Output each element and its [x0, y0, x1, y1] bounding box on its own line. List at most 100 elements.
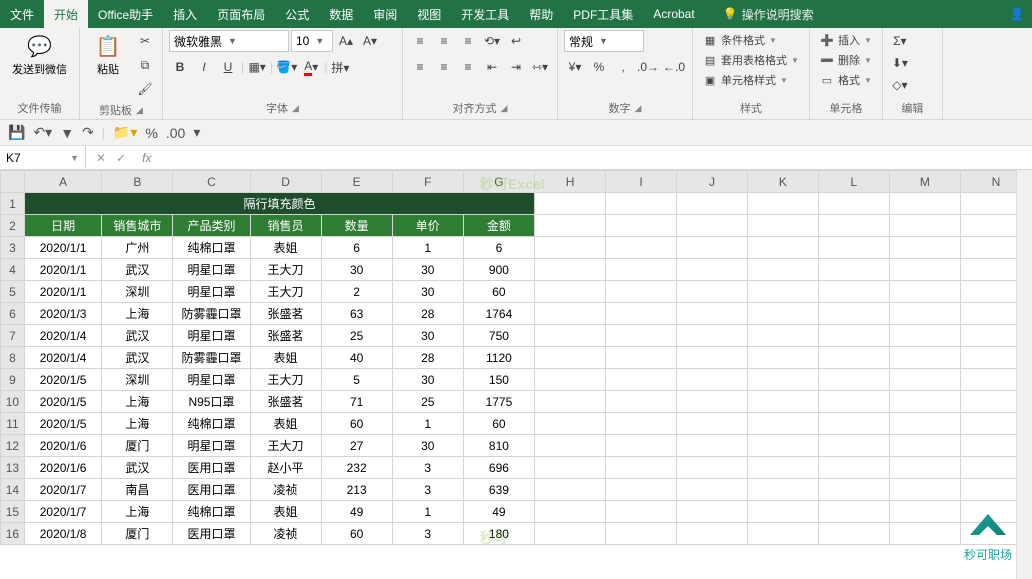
cell[interactable]: 王大刀 — [250, 369, 321, 391]
cell[interactable]: 30 — [392, 435, 463, 457]
cell[interactable]: 纯棉口罩 — [173, 237, 250, 259]
cell[interactable]: 明星口罩 — [173, 281, 250, 303]
decrease-font-button[interactable]: A▾ — [359, 30, 381, 52]
autosum-button[interactable]: Σ▾ — [889, 30, 911, 52]
redo-button[interactable]: ↷ — [82, 124, 94, 141]
header-cell[interactable]: 数量 — [321, 215, 392, 237]
cell[interactable] — [889, 457, 960, 479]
cell[interactable] — [747, 479, 818, 501]
decimal-qat-button[interactable]: .00 — [166, 125, 185, 141]
title-cell[interactable]: 隔行填充颜色 — [24, 193, 534, 215]
cell[interactable]: 28 — [392, 347, 463, 369]
align-center-button[interactable]: ≡ — [433, 56, 455, 78]
cell[interactable] — [889, 501, 960, 523]
percent-button[interactable]: % — [588, 56, 610, 78]
cell[interactable]: 810 — [463, 435, 534, 457]
cell[interactable] — [606, 347, 677, 369]
cell[interactable] — [747, 523, 818, 545]
cell[interactable]: 表姐 — [250, 413, 321, 435]
formula-input[interactable] — [157, 146, 1032, 169]
cell[interactable] — [676, 501, 747, 523]
bold-button[interactable]: B — [169, 56, 191, 78]
column-header[interactable]: M — [889, 171, 960, 193]
cell[interactable]: 25 — [321, 325, 392, 347]
border-button[interactable]: ▦▾ — [246, 56, 268, 78]
cut-button[interactable]: ✂ — [134, 30, 156, 52]
phonetic-button[interactable]: 拼▾ — [329, 56, 351, 78]
cell[interactable] — [606, 369, 677, 391]
increase-indent-button[interactable]: ⇥ — [505, 56, 527, 78]
cell[interactable] — [747, 391, 818, 413]
header-cell[interactable]: 销售城市 — [102, 215, 173, 237]
format-cells-button[interactable]: ▭格式▼ — [816, 70, 876, 90]
cell[interactable]: 2020/1/1 — [24, 281, 102, 303]
filter-button[interactable]: ▼ — [60, 125, 74, 141]
delete-cells-button[interactable]: ➖删除▼ — [816, 50, 876, 70]
tab-插入[interactable]: 插入 — [163, 0, 207, 28]
tab-开始[interactable]: 开始 — [44, 0, 88, 28]
save-button[interactable]: 💾 — [8, 124, 25, 141]
cell[interactable] — [818, 347, 889, 369]
header-cell[interactable]: 日期 — [24, 215, 102, 237]
cell[interactable]: 厦门 — [102, 435, 173, 457]
row-header[interactable]: 6 — [1, 303, 25, 325]
cell[interactable]: 深圳 — [102, 369, 173, 391]
cell[interactable] — [818, 413, 889, 435]
cell[interactable] — [818, 391, 889, 413]
cell[interactable] — [535, 303, 606, 325]
row-header[interactable]: 1 — [1, 193, 25, 215]
increase-font-button[interactable]: A▴ — [335, 30, 357, 52]
open-folder-button[interactable]: 📁▾ — [113, 124, 137, 141]
font-size-combo[interactable]: 10▼ — [291, 30, 333, 52]
tab-开发工具[interactable]: 开发工具 — [451, 0, 519, 28]
cell[interactable]: 25 — [392, 391, 463, 413]
cell[interactable] — [676, 413, 747, 435]
cell[interactable] — [535, 215, 606, 237]
cell[interactable] — [535, 435, 606, 457]
cell[interactable]: 71 — [321, 391, 392, 413]
align-dialog-launcher[interactable]: ◢ — [501, 103, 508, 114]
cell-styles-button[interactable]: ▣单元格样式▼ — [699, 70, 792, 90]
cell[interactable]: 赵小平 — [250, 457, 321, 479]
cell[interactable] — [818, 281, 889, 303]
row-header[interactable]: 13 — [1, 457, 25, 479]
enter-formula-button[interactable]: ✓ — [116, 151, 126, 165]
cell[interactable]: 2020/1/4 — [24, 325, 102, 347]
undo-button[interactable]: ↶▾ — [33, 124, 52, 141]
merge-button[interactable]: ⇿▾ — [529, 56, 551, 78]
cell[interactable]: 2020/1/5 — [24, 413, 102, 435]
cell[interactable]: 5 — [321, 369, 392, 391]
column-header[interactable]: G — [463, 171, 534, 193]
row-header[interactable]: 7 — [1, 325, 25, 347]
cell[interactable] — [747, 303, 818, 325]
cell[interactable] — [747, 215, 818, 237]
cell[interactable]: 3 — [392, 457, 463, 479]
cell[interactable]: 150 — [463, 369, 534, 391]
cell[interactable]: 60 — [321, 413, 392, 435]
underline-button[interactable]: U — [217, 56, 239, 78]
cell[interactable] — [606, 413, 677, 435]
cell[interactable] — [818, 215, 889, 237]
cell[interactable]: 696 — [463, 457, 534, 479]
tab-视图[interactable]: 视图 — [407, 0, 451, 28]
tab-PDF工具集[interactable]: PDF工具集 — [563, 0, 643, 28]
orientation-button[interactable]: ⟲▾ — [481, 30, 503, 52]
cell[interactable] — [889, 347, 960, 369]
cell[interactable] — [676, 369, 747, 391]
cell[interactable]: 医用口罩 — [173, 479, 250, 501]
cell[interactable] — [889, 325, 960, 347]
cell[interactable]: 6 — [321, 237, 392, 259]
cell[interactable] — [676, 237, 747, 259]
cell[interactable] — [535, 281, 606, 303]
cell[interactable]: 2020/1/1 — [24, 237, 102, 259]
tab-审阅[interactable]: 审阅 — [363, 0, 407, 28]
column-header[interactable]: I — [606, 171, 677, 193]
cell[interactable] — [606, 479, 677, 501]
cell[interactable]: 凌祯 — [250, 479, 321, 501]
cell[interactable] — [818, 523, 889, 545]
column-header[interactable]: J — [676, 171, 747, 193]
header-cell[interactable]: 销售员 — [250, 215, 321, 237]
cell[interactable]: 2020/1/6 — [24, 457, 102, 479]
cell[interactable]: 王大刀 — [250, 281, 321, 303]
spreadsheet-grid[interactable]: 秒可Excel ABCDEFGHIJKLMN1隔行填充颜色2日期销售城市产品类别… — [0, 170, 1032, 579]
